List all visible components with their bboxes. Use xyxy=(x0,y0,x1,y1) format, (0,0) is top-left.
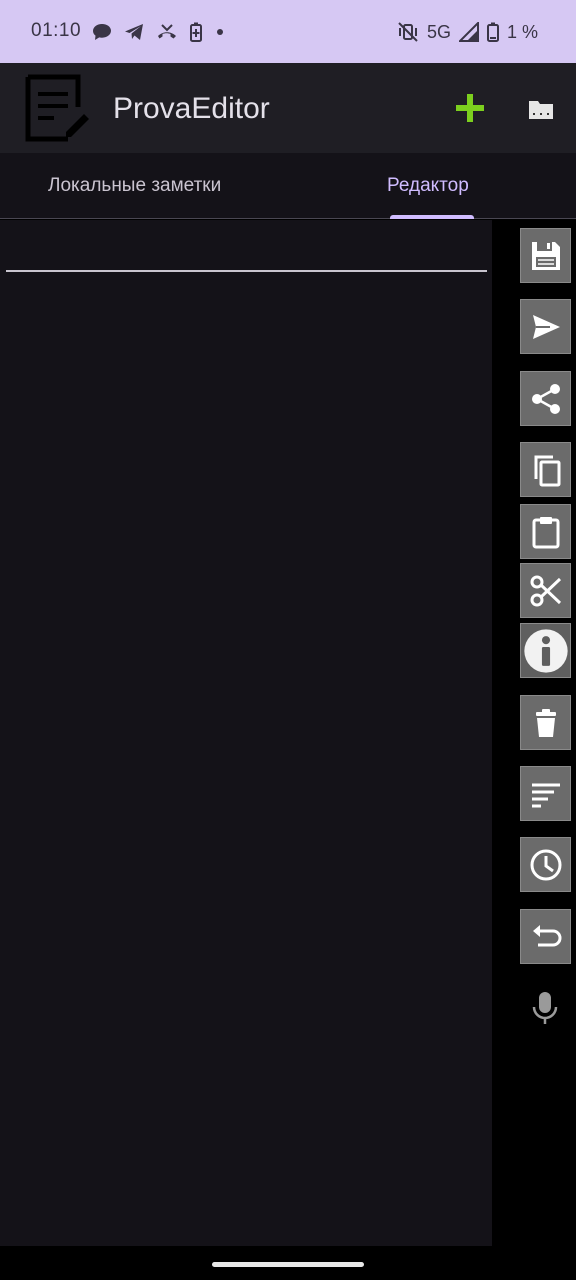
add-note-button[interactable] xyxy=(452,90,488,126)
format-button[interactable] xyxy=(520,766,571,821)
copy-button[interactable] xyxy=(520,442,571,497)
paste-button[interactable] xyxy=(520,504,571,559)
status-bar: 01:10 5G 1 % xyxy=(0,0,576,63)
missed-call-icon xyxy=(158,24,176,39)
tab-bar: Локальные заметки Редактор xyxy=(0,153,576,219)
active-tab-indicator xyxy=(390,215,474,219)
info-button[interactable] xyxy=(520,623,571,678)
save-icon xyxy=(531,241,560,270)
info-icon xyxy=(523,628,568,673)
format-align-icon xyxy=(531,783,560,807)
undo-icon xyxy=(532,924,561,946)
battery-percent: 1 % xyxy=(506,21,538,42)
status-time: 01:10 xyxy=(31,20,82,41)
cut-button[interactable] xyxy=(520,563,571,618)
undo-button[interactable] xyxy=(520,909,571,964)
app-title: ProvaEditor xyxy=(113,92,270,125)
notification-icons xyxy=(92,20,226,44)
navigation-bar xyxy=(0,1246,576,1280)
tab-editor[interactable]: Редактор xyxy=(387,153,469,219)
send-icon xyxy=(532,314,560,339)
history-button[interactable] xyxy=(520,837,571,892)
share-icon xyxy=(531,383,560,414)
microphone-icon[interactable] xyxy=(530,991,560,1025)
folder-icon[interactable] xyxy=(528,98,554,120)
app-bar: ProvaEditor xyxy=(0,63,576,153)
editor-title-input[interactable] xyxy=(6,220,487,272)
dot-icon xyxy=(217,29,223,35)
chat-icon xyxy=(93,24,111,40)
app-logo-icon xyxy=(25,74,89,142)
share-button[interactable] xyxy=(520,371,571,426)
network-type: 5G xyxy=(426,21,451,42)
copy-icon xyxy=(534,455,560,486)
delete-button[interactable] xyxy=(520,695,571,750)
cut-icon xyxy=(530,575,561,606)
signal-icon xyxy=(458,22,479,42)
history-icon xyxy=(530,849,561,880)
status-right: 5G 1 % xyxy=(397,20,538,44)
tab-local-notes[interactable]: Локальные заметки xyxy=(48,153,221,219)
telegram-icon xyxy=(125,24,143,40)
paste-icon xyxy=(532,516,559,548)
mute-vibrate-icon xyxy=(398,22,418,42)
editor-area xyxy=(0,220,492,1246)
save-button[interactable] xyxy=(520,228,571,283)
send-button[interactable] xyxy=(520,299,571,354)
gesture-handle[interactable] xyxy=(212,1262,364,1267)
delete-icon xyxy=(535,708,556,737)
battery-saver-icon xyxy=(190,22,202,42)
battery-icon xyxy=(486,22,499,42)
side-toolbar xyxy=(492,220,576,1246)
